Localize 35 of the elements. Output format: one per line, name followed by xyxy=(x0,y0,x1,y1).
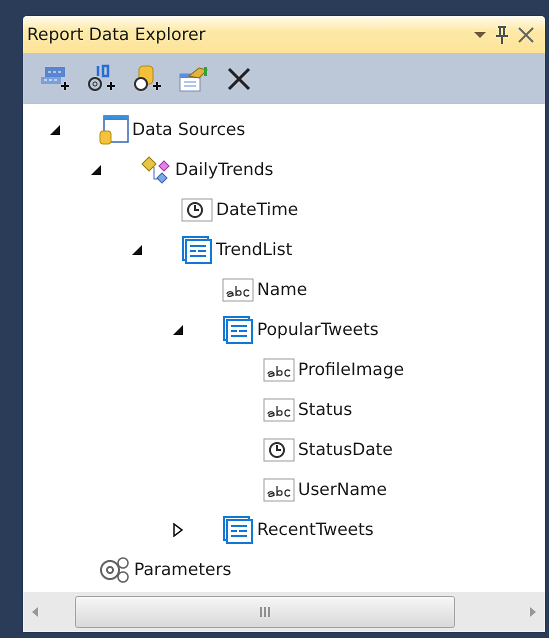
clock-icon xyxy=(181,198,213,222)
close-icon xyxy=(517,26,535,44)
tree-item-label[interactable]: RecentTweets xyxy=(257,520,374,540)
text-field-icon xyxy=(263,478,295,502)
scroll-right-icon xyxy=(529,606,537,618)
scroll-left-icon xyxy=(31,606,39,618)
horizontal-scrollbar[interactable] xyxy=(23,592,545,632)
parameters-icon xyxy=(99,555,131,585)
add-parameter-icon xyxy=(85,64,117,94)
tree-item-label[interactable]: UserName xyxy=(298,480,387,500)
tree-item-label[interactable]: TrendList xyxy=(216,240,292,260)
text-field-icon xyxy=(222,278,254,302)
text-field-icon xyxy=(263,358,295,382)
add-dataset-icon xyxy=(131,64,163,94)
data-sources-icon xyxy=(99,115,129,145)
tree-item-label[interactable]: Name xyxy=(257,280,308,300)
tree-item-label[interactable]: Status xyxy=(298,400,352,420)
tree-item-label[interactable]: ProfileImage xyxy=(298,360,404,380)
caret-icon xyxy=(473,30,487,40)
grip-icon xyxy=(259,606,271,618)
pin-icon xyxy=(495,24,509,44)
scroll-thumb[interactable] xyxy=(75,596,455,628)
window-title: Report Data Explorer xyxy=(27,24,207,44)
list-icon xyxy=(222,315,254,345)
tree-item-label[interactable]: StatusDate xyxy=(298,440,393,460)
tree-item-label[interactable]: DateTime xyxy=(216,200,298,220)
dataset-icon xyxy=(140,155,172,185)
tree-item-label[interactable]: Parameters xyxy=(134,560,232,580)
clock-icon xyxy=(263,438,295,462)
text-field-icon xyxy=(263,398,295,422)
list-icon xyxy=(181,235,213,265)
tree-item-label[interactable]: PopularTweets xyxy=(257,320,379,340)
tree-item-label[interactable]: DailyTrends xyxy=(175,160,274,180)
list-icon xyxy=(222,515,254,545)
tree-item-label[interactable]: Data Sources xyxy=(132,120,246,140)
